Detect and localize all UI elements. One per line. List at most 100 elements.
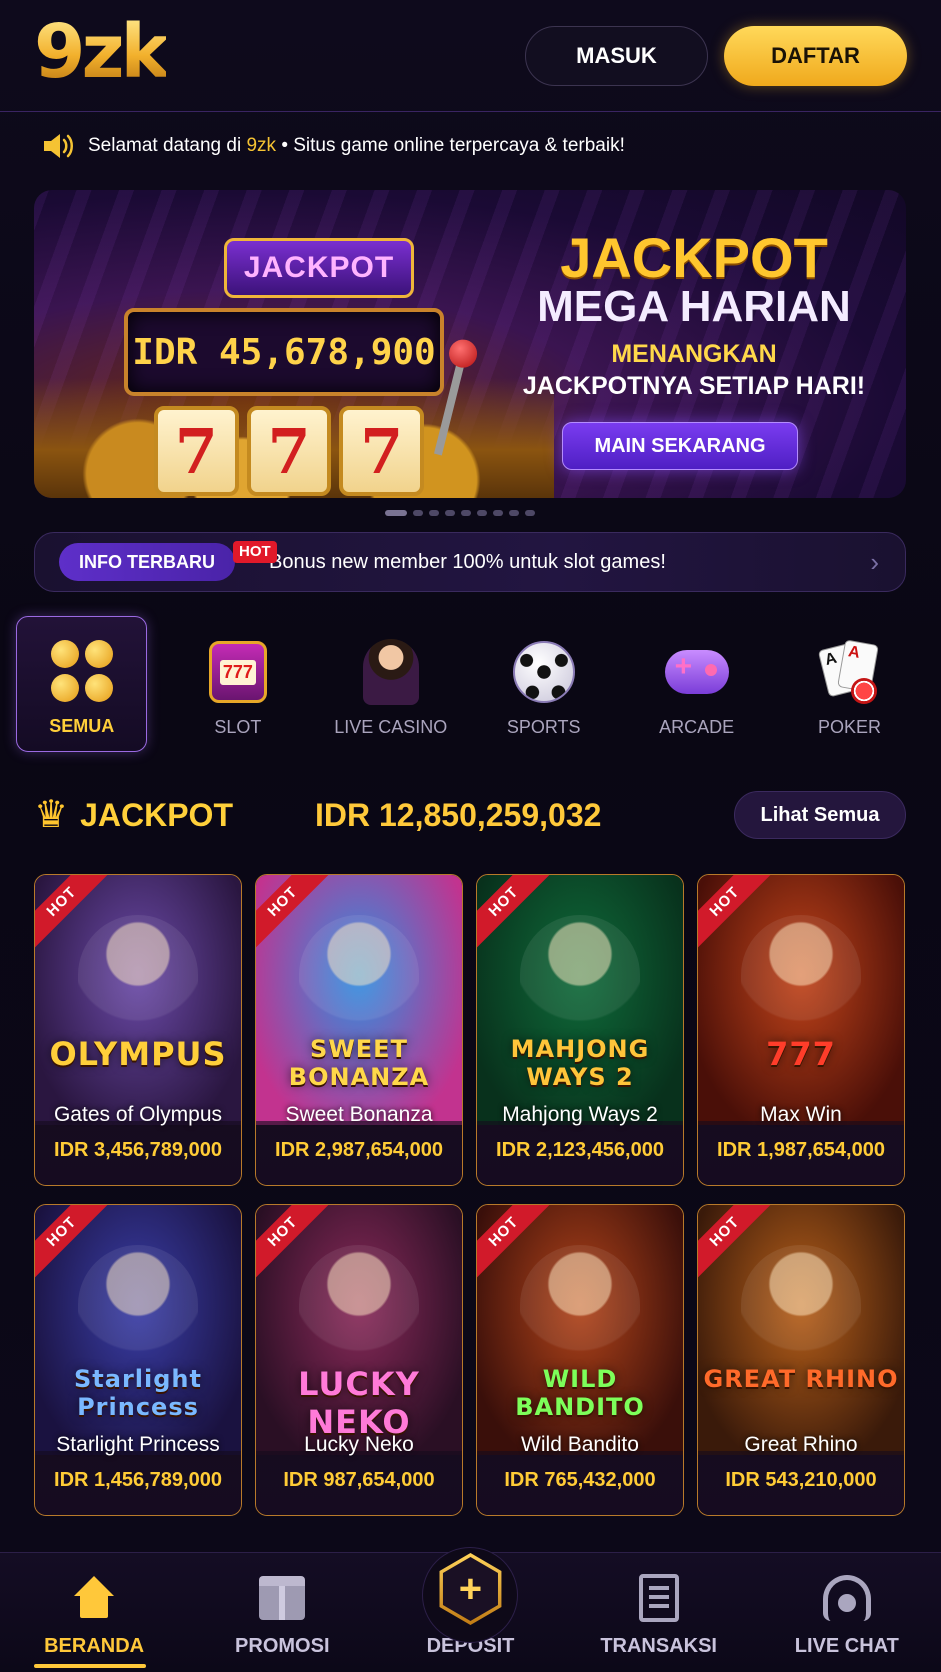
gift-icon <box>255 1571 309 1625</box>
chevron-right-icon[interactable]: › <box>870 547 879 578</box>
gamepad-icon <box>662 637 732 707</box>
headset-icon <box>820 1571 874 1625</box>
tab-live-casino[interactable]: LIVE CASINO <box>314 616 467 752</box>
game-title: Wild Bandito <box>521 1433 639 1456</box>
carousel-dot[interactable] <box>509 510 519 516</box>
carousel-dot[interactable] <box>385 510 407 516</box>
see-all-button[interactable]: Lihat Semua <box>734 791 906 839</box>
slot-machine-icon: 777 <box>203 637 273 707</box>
slot-reel: 7 <box>246 406 332 496</box>
game-jackpot: IDR 2,987,654,000 <box>275 1139 443 1161</box>
slot-machine-illustration: JACKPOT IDR 45,678,900 7 7 7 <box>94 238 466 496</box>
carousel-dot[interactable] <box>525 510 535 516</box>
nav-beranda[interactable]: BERANDA <box>14 1571 174 1658</box>
slot-jackpot-display: IDR 45,678,900 <box>124 308 444 396</box>
game-jackpot: IDR 1,456,789,000 <box>54 1469 222 1491</box>
game-title: Starlight Princess <box>56 1433 220 1456</box>
game-character <box>78 915 198 1045</box>
game-character <box>78 1245 198 1375</box>
nav-deposit[interactable]: + DEPOSIT <box>390 1547 550 1658</box>
crown-icon: ♛ <box>34 794 69 836</box>
tab-slot[interactable]: 777 SLOT <box>161 616 314 752</box>
banner-title: JACKPOT <box>560 226 828 289</box>
game-logo: 777 <box>766 1035 836 1073</box>
register-button[interactable]: DAFTAR <box>724 25 907 86</box>
nav-label: BERANDA <box>44 1635 145 1657</box>
game-card[interactable]: WILD BANDITO HOT Wild Bandito IDR 765,432,0… <box>476 1204 684 1516</box>
soccer-ball-icon <box>509 637 579 707</box>
game-jackpot: IDR 543,210,000 <box>725 1469 877 1491</box>
dealer-icon <box>356 637 426 707</box>
tab-label: POKER <box>818 717 882 737</box>
jackpot-total: IDR 12,850,259,032 <box>314 796 602 833</box>
game-logo: MAHJONG WAYS 2 <box>510 1035 650 1091</box>
game-card[interactable]: MAHJONG WAYS 2 HOT Mahjong Ways 2 IDR 2,123… <box>476 874 684 1186</box>
nav-label: LIVE CHAT <box>794 1635 899 1657</box>
nav-transaksi[interactable]: TRANSAKSI <box>579 1571 739 1658</box>
game-title: Gates of Olympus <box>53 1103 223 1126</box>
grid-icon <box>47 636 117 706</box>
nav-live-chat[interactable]: LIVE CHAT <box>767 1571 927 1658</box>
nav-label: TRANSAKSI <box>600 1635 717 1657</box>
cards-icon: A A <box>815 637 885 707</box>
category-tabs: SEMUA 777 SLOT LIVE CASINO SPORTS ARCADE <box>16 616 926 752</box>
announcement-suffix: • Situs game online terpercaya & terbaik… <box>281 135 625 156</box>
game-grid: OLYMPUS HOT Gates of Olympus IDR 3,456,789,… <box>34 874 906 1516</box>
game-card[interactable]: Starlight Princess HOT Starlight Princess I… <box>34 1204 242 1516</box>
game-logo: LUCKY NEKO <box>298 1365 420 1441</box>
announcement-bar: Selamat datang di 9zk • Situs game onlin… <box>42 128 625 164</box>
page: 9zk MASUK DAFTAR Selamat datang di 9zk •… <box>0 0 941 1672</box>
game-card[interactable]: 777 HOT Max Win IDR 1,987,654,000 <box>697 874 905 1186</box>
home-icon <box>67 1571 121 1625</box>
carousel-dot[interactable] <box>477 510 487 516</box>
carousel-dot[interactable] <box>413 510 423 516</box>
game-character <box>299 915 419 1045</box>
tab-semua[interactable]: SEMUA <box>16 616 148 752</box>
game-title: Mahjong Ways 2 <box>502 1103 658 1126</box>
brand-logo[interactable]: 9zk <box>34 15 170 89</box>
banner-subtitle-2: JACKPOTNYA SETIAP HARI! <box>522 372 866 400</box>
header: 9zk MASUK DAFTAR <box>0 0 941 112</box>
banner-subtitle: MENANGKAN <box>611 340 777 368</box>
tab-sports[interactable]: SPORTS <box>467 616 620 752</box>
carousel-dot[interactable] <box>445 510 455 516</box>
game-title: Great Rhino <box>744 1433 858 1456</box>
game-logo: SWEET BONANZA <box>288 1035 430 1091</box>
game-jackpot: IDR 3,456,789,000 <box>54 1139 222 1161</box>
carousel-dot[interactable] <box>461 510 471 516</box>
slot-reel: 7 <box>339 406 425 496</box>
slot-jackpot-sign: JACKPOT <box>224 238 414 298</box>
game-card[interactable]: LUCKY NEKO HOT Lucky Neko IDR 987,654,000 <box>255 1204 463 1516</box>
carousel-dot[interactable] <box>429 510 439 516</box>
game-logo: OLYMPUS <box>49 1035 227 1073</box>
game-card[interactable]: SWEET BONANZA HOT Sweet Bonanza IDR 2,987,6… <box>255 874 463 1186</box>
speaker-icon <box>44 134 73 158</box>
game-card[interactable]: OLYMPUS HOT Gates of Olympus IDR 3,456,789,… <box>34 874 242 1186</box>
nav-active-indicator <box>34 1664 146 1668</box>
document-icon <box>632 1571 686 1625</box>
game-card[interactable]: GREAT RHINO HOT Great Rhino IDR 543,210,000 <box>697 1204 905 1516</box>
nav-promosi[interactable]: PROMOSI <box>202 1571 362 1658</box>
promo-banner[interactable]: JACKPOT IDR 45,678,900 7 7 7 JACKPOT MEG… <box>34 190 906 498</box>
play-now-button[interactable]: MAIN SEKARANG <box>562 422 798 470</box>
hot-badge: HOT <box>233 541 277 563</box>
tab-poker[interactable]: A A POKER <box>773 616 926 752</box>
tab-arcade[interactable]: ARCADE <box>620 616 773 752</box>
news-label: INFO TERBARU <box>59 543 235 581</box>
game-jackpot: IDR 2,123,456,000 <box>496 1139 664 1161</box>
announcement-prefix: Selamat datang di <box>88 135 242 156</box>
slot-reels: 7 7 7 <box>154 406 425 496</box>
login-button[interactable]: MASUK <box>525 25 708 86</box>
announcement-text: Selamat datang di 9zk • Situs game onlin… <box>88 135 625 157</box>
game-jackpot: IDR 1,987,654,000 <box>717 1139 885 1161</box>
tab-label: SPORTS <box>506 717 581 737</box>
game-title: Sweet Bonanza <box>285 1103 433 1126</box>
tab-label: SLOT <box>214 717 262 737</box>
carousel-dot[interactable] <box>493 510 503 516</box>
bottom-nav: BERANDA PROMOSI + DEPOSIT TRANSAKSI LIVE… <box>0 1547 941 1672</box>
nav-label: PROMOSI <box>235 1635 330 1657</box>
news-ticker[interactable]: INFO TERBARU HOT Bonus new member 100% u… <box>34 532 906 592</box>
jackpot-title: JACKPOT <box>80 796 233 833</box>
game-character <box>299 1245 419 1375</box>
game-logo: Starlight Princess <box>74 1365 202 1421</box>
